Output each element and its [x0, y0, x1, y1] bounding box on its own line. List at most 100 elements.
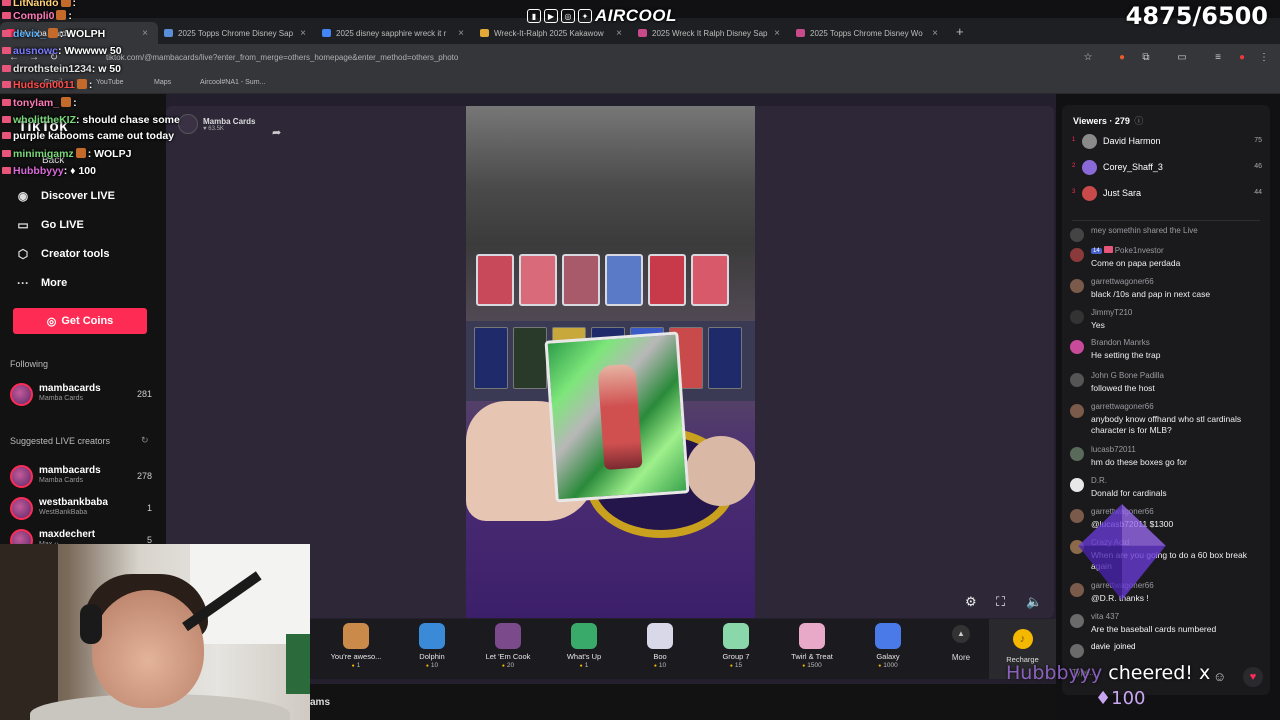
host-likes: ♥ 63.5K [203, 125, 224, 132]
stream-socials-overlay: ▮ ▶ ◎ ✦ AIRCOOL [527, 6, 677, 26]
gift-item[interactable]: Galaxy1000 [855, 623, 921, 669]
top-viewer-row[interactable]: 3 Just Sara 44 [1072, 186, 1262, 202]
profile-icon[interactable]: ● [1236, 52, 1248, 64]
fullscreen-icon[interactable]: ⛶ [996, 594, 1005, 610]
nav-item[interactable]: ··· More [14, 274, 67, 292]
chat-username[interactable]: garrettwagoner66 [1091, 277, 1154, 286]
info-icon[interactable]: ⓘ [1134, 116, 1143, 126]
gift-item[interactable]: What's Up1 [551, 623, 617, 669]
fan-badge-icon [1103, 246, 1113, 253]
creator-subtitle: Mamba Cards [39, 477, 83, 484]
avatar[interactable] [1070, 404, 1084, 418]
new-tab-icon[interactable]: + [956, 24, 964, 39]
gift-item[interactable]: You're aweso...1 [323, 623, 389, 669]
chat-username[interactable]: JimmyT210 [1091, 308, 1132, 317]
level-badge: 14 [1091, 248, 1102, 254]
get-coins-button[interactable]: ◎ Get Coins [13, 308, 147, 334]
avatar[interactable] [1070, 478, 1084, 492]
nav-item[interactable]: ⬡ Creator tools [14, 245, 110, 263]
cast-icon[interactable]: ▭ [1176, 52, 1188, 64]
bookmark-maps[interactable]: Maps [154, 79, 171, 86]
volume-icon[interactable]: 🔈 [1026, 594, 1042, 610]
browser-tab[interactable]: 2025 Topps Chrome Disney Wo × [790, 22, 948, 44]
kebab-menu-icon[interactable]: ⋮ [1258, 52, 1270, 64]
gift-item[interactable]: Twirl & Treat1500 [779, 623, 845, 669]
close-icon[interactable]: × [774, 28, 780, 39]
gift-price: 20 [475, 662, 541, 669]
twitter-icon: ✦ [578, 9, 592, 23]
bookmark-youtube[interactable]: YouTube [96, 79, 124, 86]
close-icon[interactable]: × [932, 28, 938, 39]
browser-tab[interactable]: 2025 Topps Chrome Disney Sap × [158, 22, 316, 44]
gift-item[interactable]: Let 'Em Cook20 [475, 623, 541, 669]
gift-item[interactable]: Boo10 [627, 623, 693, 669]
avatar[interactable] [1070, 310, 1084, 324]
nav-item[interactable]: ◉ Discover LIVE [14, 187, 115, 205]
chat-username[interactable]: davie joined [1091, 642, 1135, 651]
brand-name: AIRCOOL [595, 6, 677, 25]
gift-item[interactable]: Dolphin10 [399, 623, 465, 669]
chat-username-text: garrettwagoner66 [1091, 277, 1154, 286]
extension-icon[interactable]: ● [1116, 52, 1128, 64]
gift-icon [419, 623, 445, 649]
shelf-card [476, 254, 514, 306]
creator-subtitle: Mamba Cards [39, 395, 83, 402]
creator-row[interactable]: westbankbaba WestBankBaba 1 [10, 496, 152, 522]
more-gifts-button[interactable]: ▲ More [941, 625, 981, 662]
chat-username[interactable]: mey somethin shared the Live [1091, 226, 1198, 235]
avatar[interactable] [1070, 279, 1084, 293]
chat-username[interactable]: D.R. [1091, 476, 1107, 485]
viewer-rank: 1 [1072, 137, 1076, 143]
extensions-puzzle-icon[interactable]: ⧉ [1140, 52, 1152, 64]
gift-price: 1 [551, 662, 617, 669]
top-viewer-row[interactable]: 2 Corey_Shaff_3 46 [1072, 160, 1262, 176]
menu-lines-icon[interactable]: ≡ [1212, 52, 1224, 64]
avatar[interactable] [1070, 228, 1084, 242]
nav-item[interactable]: ▭ Go LIVE [14, 216, 84, 234]
viewers-header[interactable]: Viewers · 279 ⓘ [1073, 114, 1143, 127]
viewer-count: 278 [136, 471, 152, 481]
chat-message: : [88, 79, 93, 91]
chat-text: anybody know offhand who stl cardinals c… [1091, 414, 1242, 435]
close-icon[interactable]: × [458, 28, 464, 39]
avatar[interactable] [1070, 614, 1084, 628]
hand [686, 436, 755, 506]
chat-username[interactable]: John G Bone Padilla [1091, 371, 1164, 380]
chat-username[interactable]: lucasb72011 [1091, 445, 1136, 454]
avatar[interactable] [1070, 340, 1084, 354]
avatar[interactable] [1070, 373, 1084, 387]
share-icon[interactable]: ➦ [272, 126, 281, 139]
nav-label: Creator tools [41, 248, 110, 260]
close-icon[interactable]: × [142, 28, 148, 39]
chat-username[interactable]: 14 Poke1nvestor [1091, 246, 1164, 255]
nav-label: Go LIVE [41, 219, 84, 231]
chat-username[interactable]: Brandon Manrks [1091, 338, 1150, 347]
top-viewer-row[interactable]: 1 David Harmon 75 [1072, 134, 1262, 150]
chat-badge-icon [2, 65, 11, 72]
chat-badge-icon [2, 81, 11, 88]
emoji-icon[interactable]: ☺ [1213, 669, 1226, 684]
like-heart-button[interactable]: ♥ [1243, 667, 1263, 687]
viewer-name: Corey_Shaff_3 [1103, 162, 1163, 172]
live-chat-panel: Viewers · 279 ⓘ 1 David Harmon 75 2 Corey_Sh… [1062, 105, 1270, 695]
bookmark-star-icon[interactable]: ☆ [1082, 52, 1094, 64]
avatar[interactable] [1070, 248, 1084, 262]
settings-gear-icon[interactable]: ⚙ [965, 594, 977, 610]
bookmark-aircool[interactable]: Aircool#NA1 - Sum... [200, 79, 265, 86]
host-badge[interactable]: Mamba Cards ♥ 63.5K [178, 114, 255, 134]
creator-row[interactable]: mambacards Mamba Cards 278 [10, 464, 152, 490]
close-icon[interactable]: × [616, 28, 622, 39]
chat-username[interactable]: garrettwagoner66 [1091, 402, 1154, 411]
url-field[interactable]: tiktok.com/@mambacards/live?enter_from_m… [100, 49, 1100, 67]
live-video[interactable] [466, 106, 755, 618]
webcam-face [92, 590, 204, 708]
close-icon[interactable]: × [300, 28, 306, 39]
gift-item[interactable]: Group 715 [703, 623, 769, 669]
avatar[interactable] [1070, 644, 1084, 658]
avatar[interactable] [1070, 447, 1084, 461]
refresh-icon[interactable]: ↻ [141, 435, 149, 446]
chat-username[interactable]: vita 437 [1091, 612, 1119, 621]
browser-tab[interactable]: 2025 disney sapphire wreck it r × [316, 22, 474, 44]
creator-row[interactable]: mambacards Mamba Cards 281 [10, 382, 152, 408]
chat-username: devix_ [13, 28, 46, 40]
